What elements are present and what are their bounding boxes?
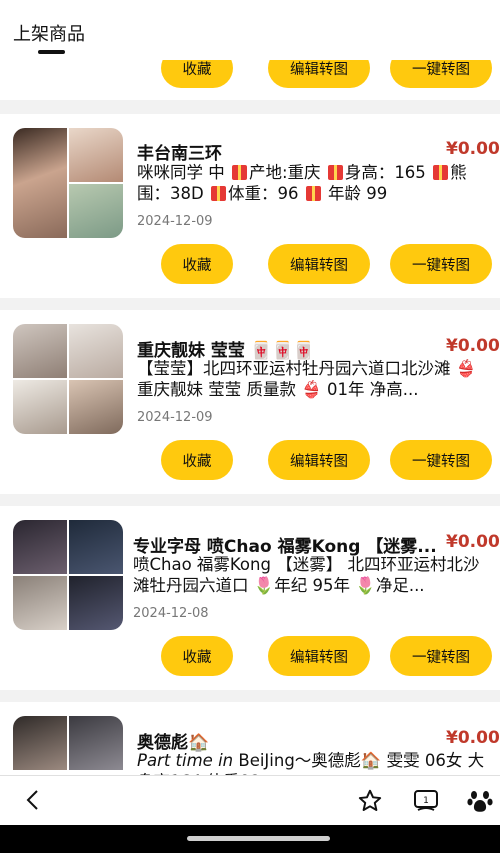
list-item[interactable]: 丰台南三环 ¥0.00 咪咪同学 中 产地:重庆 身高：165 熊围：38D 体… — [0, 114, 500, 298]
product-list: 收藏 编辑转图 一键转图 丰台南三环 ¥0.00 咪咪同学 中 产地:重庆 身高… — [0, 0, 500, 775]
item-price: ¥0.00 — [446, 532, 500, 552]
one-click-convert-button[interactable]: 一键转图 — [390, 244, 492, 284]
item-description: 喷Chao 福雾Kong 【迷雾】 北四环亚运村北沙滩牡丹园六道口 🌷年纪 95… — [133, 555, 480, 595]
item-title: 丰台南三环 — [137, 144, 222, 164]
item-date: 2024-12-08 — [133, 606, 209, 621]
edit-convert-button[interactable]: 编辑转图 — [268, 244, 370, 284]
item-price: ¥0.00 — [446, 139, 500, 159]
reader-icon[interactable]: 1 — [412, 787, 440, 815]
active-tab-indicator — [38, 50, 65, 54]
system-navigation-bar — [0, 825, 500, 853]
page-header: 上架商品 — [0, 0, 500, 60]
edit-convert-button[interactable]: 编辑转图 — [268, 440, 370, 480]
product-thumbnail[interactable] — [13, 520, 123, 630]
list-item[interactable]: 重庆靓妹 莹莹 🀄🀄🀄 ¥0.00 【莹莹】北四环亚运村牡丹园六道口北沙滩 👙 … — [0, 310, 500, 494]
star-icon[interactable] — [357, 788, 383, 814]
item-description: 【莹莹】北四环亚运村牡丹园六道口北沙滩 👙 重庆靓妹 莹莹 质量款 👙 01年 … — [137, 359, 477, 399]
gift-icon — [433, 165, 449, 180]
edit-convert-button[interactable]: 编辑转图 — [268, 636, 370, 676]
list-item[interactable]: 专业字母 喷Chao 福雾Kong 【迷雾... ¥0.00 喷Chao 福雾K… — [0, 506, 500, 690]
product-thumbnail[interactable] — [13, 716, 123, 775]
item-date: 2024-12-09 — [137, 410, 213, 425]
back-icon[interactable] — [22, 788, 46, 812]
favorite-button[interactable]: 收藏 — [161, 244, 233, 284]
product-thumbnail[interactable] — [13, 128, 123, 238]
favorite-button[interactable]: 收藏 — [161, 440, 233, 480]
paw-icon[interactable] — [466, 787, 494, 815]
item-date: 2024-12-09 — [137, 214, 213, 229]
favorite-button[interactable]: 收藏 — [161, 636, 233, 676]
item-price: ¥0.00 — [446, 728, 500, 748]
bottom-toolbar: 1 — [0, 775, 500, 826]
item-price: ¥0.00 — [446, 336, 500, 356]
home-gesture-handle[interactable] — [187, 836, 330, 841]
item-description: Part time in BeiJing～奥德彪🏠 雯雯 06女 大 身高164… — [137, 751, 485, 775]
one-click-convert-button[interactable]: 一键转图 — [390, 636, 492, 676]
page-title: 上架商品 — [13, 24, 85, 45]
gift-icon — [232, 165, 247, 180]
one-click-convert-button[interactable]: 一键转图 — [390, 440, 492, 480]
item-description: 咪咪同学 中 产地:重庆 身高：165 熊围：38D 体重：96 年龄 99 — [137, 163, 467, 203]
gift-icon — [210, 186, 226, 201]
svg-text:1: 1 — [423, 796, 429, 806]
product-thumbnail[interactable] — [13, 324, 123, 434]
gift-icon — [327, 165, 343, 180]
gift-icon — [305, 186, 321, 201]
list-item[interactable]: 奥德彪🏠 ¥0.00 Part time in BeiJing～奥德彪🏠 雯雯 … — [0, 702, 500, 775]
